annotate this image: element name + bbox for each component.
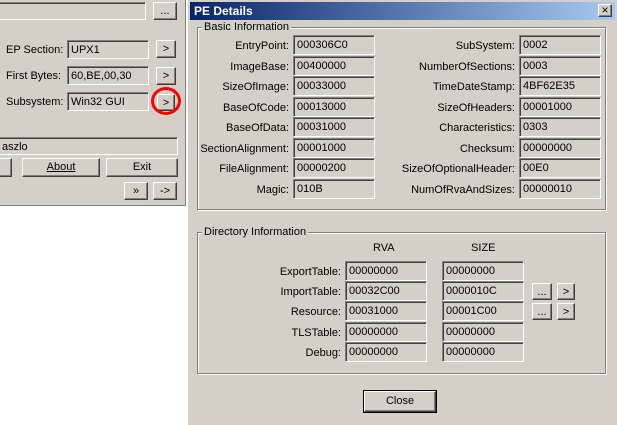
directory-label: Debug: — [305, 347, 341, 359]
basic-left-value[interactable]: 00400000 — [293, 56, 375, 76]
dialog-titlebar[interactable]: PE Details — [190, 2, 615, 20]
directory-rva-value[interactable]: 00031000 — [345, 301, 427, 321]
dialog-title: PE Details — [194, 4, 253, 18]
basic-right-value[interactable]: 00000010 — [519, 179, 601, 199]
dialog-close-icon[interactable]: × — [598, 4, 612, 17]
directory-info-title: Directory Information — [202, 226, 309, 239]
basic-left-label: Magic: — [256, 184, 289, 196]
directory-rva-value[interactable]: 00000000 — [345, 342, 427, 362]
left-cut-button[interactable] — [0, 158, 12, 177]
basic-info-title: Basic Information — [202, 21, 291, 34]
directory-label: ImportTable: — [280, 286, 341, 298]
basic-left-label: BaseOfCode: — [222, 102, 289, 114]
basic-right-value[interactable]: 00001000 — [519, 97, 601, 117]
import-arrow-button[interactable]: > — [557, 283, 575, 300]
basic-right-value[interactable]: 0003 — [519, 56, 601, 76]
directory-rva-value[interactable]: 00000000 — [345, 322, 427, 342]
basic-right-label: TimeDateStamp: — [432, 81, 515, 93]
rva-header: RVA — [373, 242, 395, 254]
basic-right-value[interactable]: 0303 — [519, 117, 601, 137]
basic-right-value[interactable]: 00000000 — [519, 138, 601, 158]
pe-details-dialog: PE Details × Basic Information Directory… — [186, 0, 617, 425]
basic-right-label: Checksum: — [459, 143, 515, 155]
browse-file-button[interactable]: ... — [153, 2, 177, 20]
ep-section-label: EP Section: — [6, 44, 64, 56]
basic-left-value[interactable]: 010B — [293, 179, 375, 199]
main-window: ... EP Section: UPX1 > First Bytes: 60,B… — [0, 0, 186, 206]
basic-left-label: FileAlignment: — [219, 163, 289, 175]
import-dots-button[interactable]: ... — [532, 283, 552, 300]
basic-right-label: NumberOfSections: — [419, 61, 515, 73]
basic-left-value[interactable]: 00013000 — [293, 97, 375, 117]
exit-button[interactable]: Exit — [106, 158, 178, 177]
more-button[interactable]: » — [124, 182, 148, 200]
first-bytes-label: First Bytes: — [6, 70, 62, 82]
directory-size-value[interactable]: 0000010C — [442, 281, 524, 301]
about-label: About — [46, 161, 76, 173]
basic-left-value[interactable]: 00033000 — [293, 76, 375, 96]
basic-right-label: Characteristics: — [439, 122, 515, 134]
basic-left-value[interactable]: 00001000 — [293, 138, 375, 158]
basic-left-label: EntryPoint: — [235, 40, 289, 52]
file-path-field[interactable] — [0, 2, 146, 20]
close-button[interactable]: Close — [363, 390, 437, 413]
basic-left-label: SectionAlignment: — [200, 143, 289, 155]
exit-label: Exit — [132, 161, 152, 173]
directory-label: ExportTable: — [279, 266, 341, 278]
basic-right-label: SizeOfOptionalHeader: — [401, 163, 515, 175]
basic-left-label: SizeOfImage: — [222, 81, 289, 93]
directory-label: Resource: — [290, 306, 341, 318]
basic-right-label: SizeOfHeaders: — [437, 102, 515, 114]
first-bytes-arrow-button[interactable]: > — [156, 67, 176, 85]
basic-left-value[interactable]: 000306C0 — [293, 35, 375, 55]
directory-rva-value[interactable]: 00032C00 — [345, 281, 427, 301]
directory-size-value[interactable]: 00000000 — [442, 322, 524, 342]
ep-section-arrow-button[interactable]: > — [156, 40, 176, 58]
subsystem-label: Subsystem: — [6, 96, 64, 108]
subsystem-field[interactable]: Win32 GUI — [67, 92, 149, 111]
size-header: SIZE — [471, 242, 496, 254]
about-button[interactable]: About — [22, 158, 100, 177]
directory-size-value[interactable]: 00001C00 — [442, 301, 524, 321]
basic-left-label: ImageBase: — [230, 61, 289, 73]
directory-size-value[interactable]: 00000000 — [442, 261, 524, 281]
basic-right-value[interactable]: 0002 — [519, 35, 601, 55]
resource-arrow-button[interactable]: > — [557, 303, 575, 320]
author-field: aszlo — [0, 137, 178, 155]
directory-size-value[interactable]: 00000000 — [442, 342, 524, 362]
basic-right-value[interactable]: 4BF62E35 — [519, 76, 601, 96]
ep-section-field[interactable]: UPX1 — [67, 40, 149, 59]
directory-rva-value[interactable]: 00000000 — [345, 261, 427, 281]
basic-right-value[interactable]: 00E0 — [519, 158, 601, 178]
basic-left-label: BaseOfData: — [226, 122, 289, 134]
first-bytes-field[interactable]: 60,BE,00,30 — [67, 66, 149, 85]
basic-right-label: NumOfRvaAndSizes: — [411, 184, 515, 196]
directory-label: TLSTable: — [291, 327, 341, 339]
resource-dots-button[interactable]: ... — [532, 303, 552, 320]
highlight-circle — [151, 87, 181, 115]
basic-right-label: SubSystem: — [455, 40, 515, 52]
basic-left-value[interactable]: 00000200 — [293, 158, 375, 178]
next-button[interactable]: -> — [153, 182, 177, 200]
basic-left-value[interactable]: 00031000 — [293, 117, 375, 137]
